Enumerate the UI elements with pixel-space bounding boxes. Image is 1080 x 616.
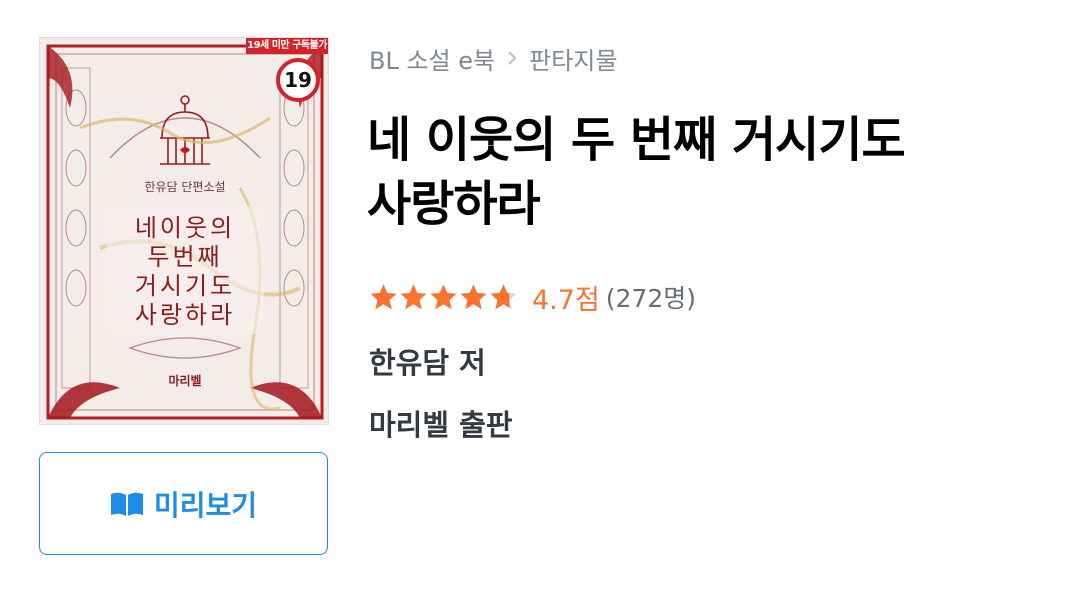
book-publisher[interactable]: 마리벨 출판: [369, 402, 513, 444]
breadcrumb: BL 소설 e북 판타지물: [369, 40, 617, 76]
cover-title: 네이웃의 두번째 거시기도 사랑하라: [40, 214, 328, 330]
star-icon: [430, 284, 457, 310]
cover-title-line: 네이웃의: [134, 214, 236, 242]
rating-count: (272명): [605, 284, 697, 313]
book-cover[interactable]: 19세 미만 구독불가 19 한유담 단편소설 네이웃의 두번째 거시기도 사랑…: [39, 37, 329, 425]
star-icon: [370, 284, 397, 310]
rating: 4.7점 (272명): [369, 278, 696, 316]
star-icon: [400, 284, 427, 310]
cover-title-line: 거시기도: [134, 272, 236, 300]
chevron-right-icon: [508, 51, 517, 65]
rating-score: 4.7점: [532, 284, 600, 316]
book-title-line: 네 이웃의 두 번째 거시기도: [367, 112, 906, 168]
book-author[interactable]: 한유담 저: [369, 340, 486, 382]
cover-publisher-logo: 마리벨: [168, 374, 202, 388]
preview-button-label: 미리보기: [153, 488, 258, 522]
star-icon: [490, 284, 517, 310]
cover-title-line: 두번째: [147, 243, 223, 271]
cover-title-line: 사랑하라: [134, 301, 236, 329]
age-19-badge: 19: [276, 58, 320, 102]
breadcrumb-category[interactable]: BL 소설 e북: [369, 41, 495, 76]
open-book-icon: [110, 492, 143, 516]
book-title: 네 이웃의 두 번째 거시기도 사랑하라: [367, 108, 1047, 236]
age-restriction-banner: 19세 미만 구독불가: [246, 38, 328, 54]
star-icon: [460, 284, 487, 310]
book-title-line: 사랑하라: [367, 176, 541, 232]
preview-button[interactable]: 미리보기: [39, 452, 328, 555]
star-rating: [369, 283, 518, 311]
cover-author-line: 한유담 단편소설: [144, 180, 226, 194]
breadcrumb-subcategory[interactable]: 판타지물: [529, 41, 617, 76]
